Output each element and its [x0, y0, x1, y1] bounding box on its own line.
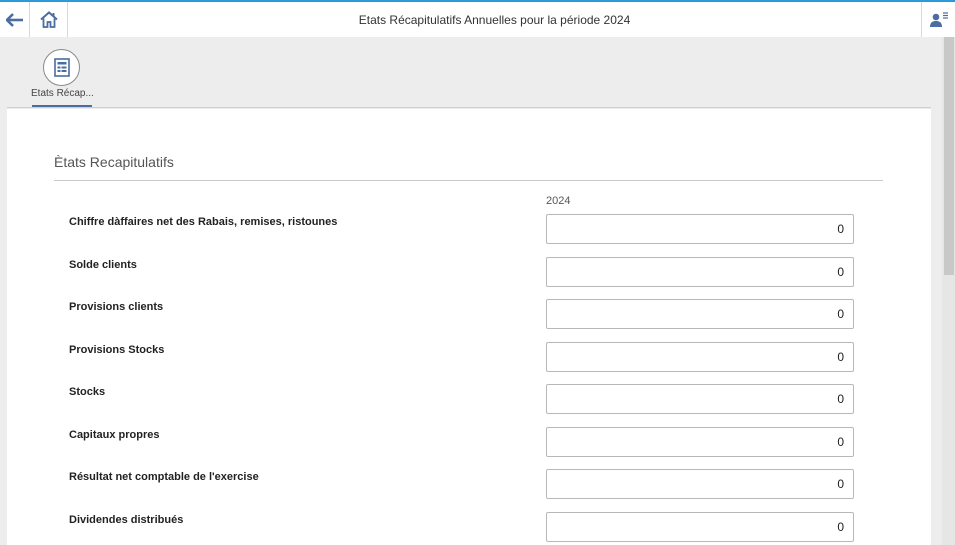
- resultat-net-input[interactable]: [546, 469, 854, 499]
- field-label: Chiffre dàffaires net des Rabais, remise…: [69, 216, 338, 228]
- capitaux-propres-input[interactable]: [546, 427, 854, 457]
- back-button[interactable]: [0, 2, 30, 37]
- field-label: Provisions Stocks: [69, 344, 165, 356]
- provisions-stocks-input[interactable]: [546, 342, 854, 372]
- form-row: Provisions Stocks: [7, 342, 931, 372]
- form-row: Capitaux propres: [7, 427, 931, 457]
- field-label: Capitaux propres: [69, 429, 160, 441]
- section-title: Ètats Recapitulatifs: [54, 154, 174, 170]
- tab-strip: Etats Récap...: [0, 37, 942, 109]
- field-label: Stocks: [69, 386, 106, 398]
- vertical-scrollbar[interactable]: [942, 37, 955, 545]
- user-menu-icon: [929, 11, 948, 27]
- dividendes-input[interactable]: [546, 512, 854, 542]
- form-row: Provisions clients: [7, 299, 931, 329]
- chiffre-affaires-input[interactable]: [546, 214, 854, 244]
- form-row: Solde clients: [7, 257, 931, 287]
- form-row: Dividendes distribués: [7, 512, 931, 542]
- form-row: Stocks: [7, 384, 931, 414]
- scrollbar-thumb[interactable]: [944, 37, 954, 275]
- field-label: Solde clients: [69, 259, 137, 271]
- section-divider: [54, 180, 883, 181]
- field-label: Dividendes distribués: [69, 514, 184, 526]
- main-panel: Ètats Recapitulatifs 2024 Chiffre dàffai…: [7, 109, 931, 545]
- user-menu-button[interactable]: [921, 2, 955, 37]
- stocks-input[interactable]: [546, 384, 854, 414]
- tab-etats-recap[interactable]: Etats Récap...: [31, 47, 93, 109]
- top-bar: Etats Récapitulatifs Annuelles pour la p…: [0, 0, 955, 37]
- form-row: Chiffre dàffaires net des Rabais, remise…: [7, 214, 931, 244]
- page-title: Etats Récapitulatifs Annuelles pour la p…: [358, 12, 631, 27]
- tab-icon-circle: [43, 49, 80, 86]
- home-icon: [39, 11, 58, 28]
- solde-clients-input[interactable]: [546, 257, 854, 287]
- provisions-clients-input[interactable]: [546, 299, 854, 329]
- tab-label: Etats Récap...: [31, 88, 93, 99]
- arrow-left-icon: [5, 12, 23, 27]
- tab-divider: [7, 107, 931, 108]
- field-label: Provisions clients: [69, 301, 164, 313]
- home-button[interactable]: [30, 2, 68, 37]
- document-form-icon: [53, 58, 70, 77]
- form-row: Résultat net comptable de l'exercise: [7, 469, 931, 499]
- field-label: Résultat net comptable de l'exercise: [69, 471, 259, 483]
- year-column-header: 2024: [546, 195, 571, 207]
